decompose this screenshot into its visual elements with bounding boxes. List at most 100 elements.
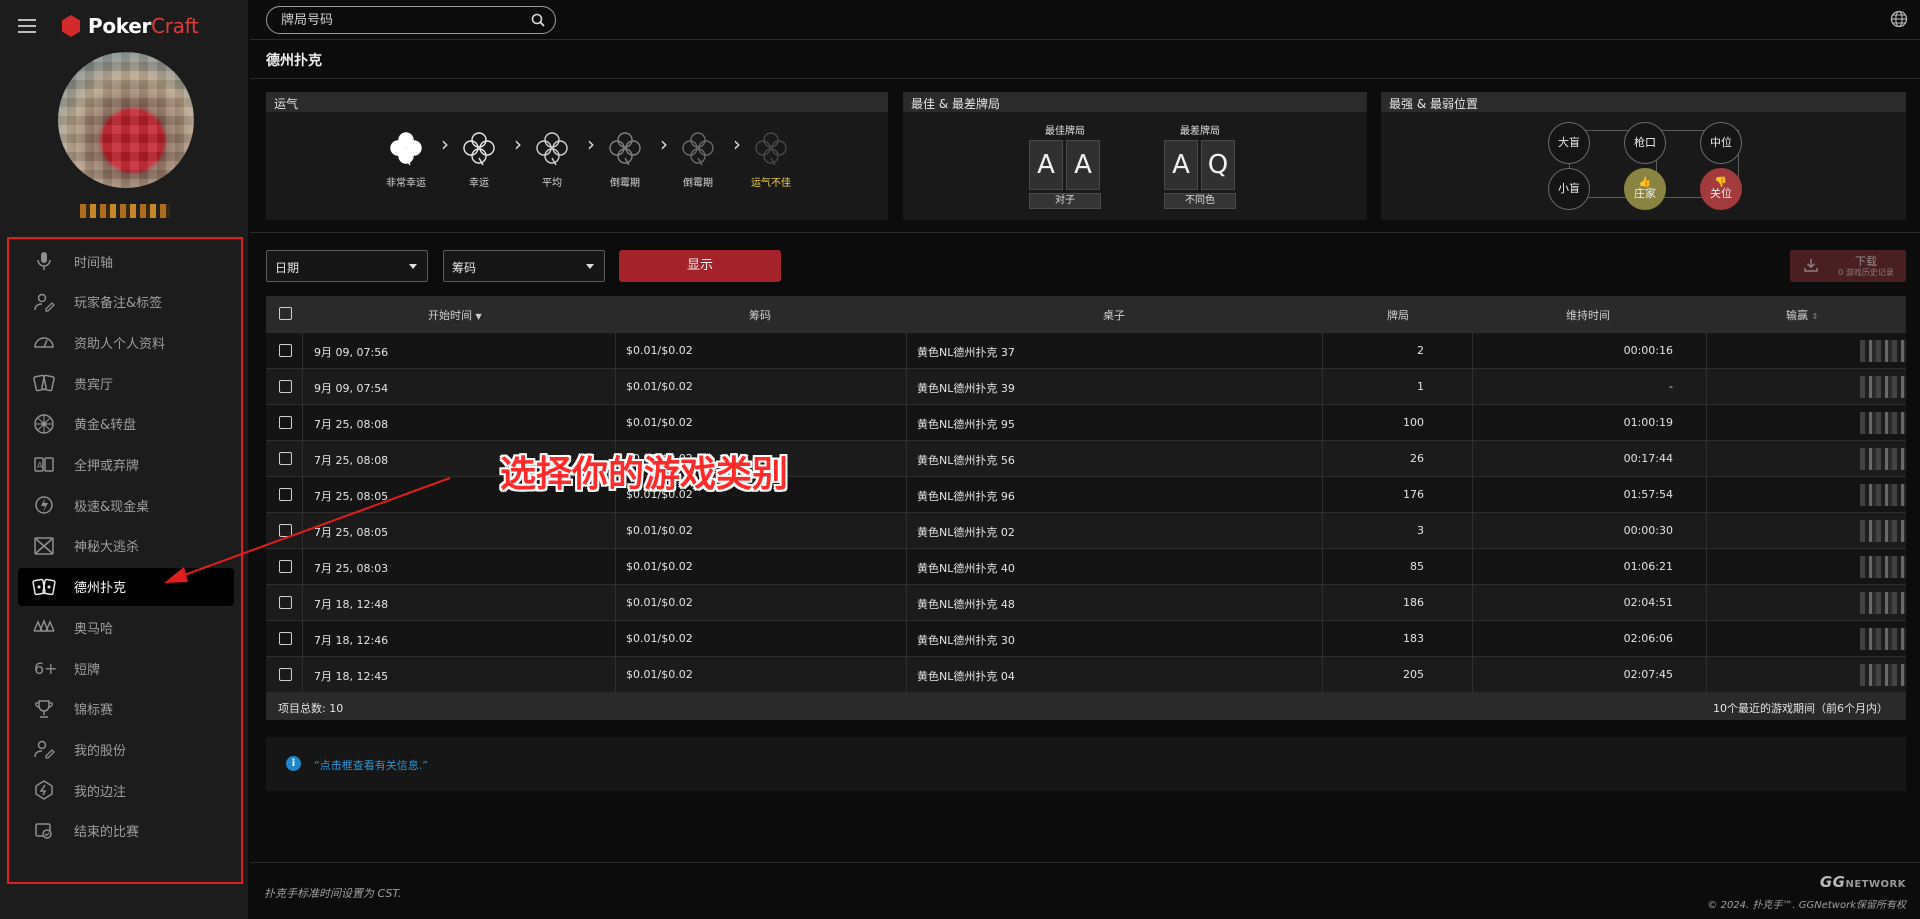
search-icon[interactable]: [531, 13, 545, 27]
sidebar-item-label: 我的边注: [74, 784, 127, 800]
ggnetwork-logo: GGNETWORK: [1820, 873, 1906, 891]
table-row[interactable]: 7月 25, 08:03 $0.01/$0.02 黄色NL德州扑克 40 85 01:0…: [266, 548, 1906, 585]
col-table[interactable]: 桌子: [1103, 307, 1125, 323]
divider: [615, 621, 616, 657]
position-utg[interactable]: 枪口: [1624, 122, 1666, 164]
table-row[interactable]: 7月 25, 08:08 $0.01/$0.02 黄色NL德州扑克 95 100 01:…: [266, 404, 1906, 441]
row-checkbox[interactable]: [279, 596, 292, 609]
col-duration[interactable]: 维持时间: [1566, 307, 1610, 323]
sidebar-item-0[interactable]: 时间轴: [18, 242, 234, 280]
sidebar-item-7[interactable]: 神秘大逃杀: [18, 527, 234, 565]
cell-table: 黄色NL德州扑克 30: [917, 634, 1015, 647]
sidebar-item-3[interactable]: 贵宾厅: [18, 364, 234, 402]
position-big-blind[interactable]: 大盲: [1548, 122, 1590, 164]
divider: [1706, 585, 1707, 621]
position-button-best[interactable]: 👍 庄家: [1624, 168, 1666, 210]
stakes-select[interactable]: 筹码: [443, 250, 605, 282]
row-checkbox[interactable]: [279, 632, 292, 645]
cell-stakes: $0.01/$0.02: [626, 416, 693, 429]
hand-search[interactable]: [266, 6, 556, 34]
divider: [250, 78, 1920, 79]
cell-duration: -: [1669, 380, 1673, 393]
row-checkbox[interactable]: [279, 488, 292, 501]
col-winloss[interactable]: 输赢 ⇕: [1786, 307, 1818, 323]
row-checkbox[interactable]: [279, 452, 292, 465]
divider: [1706, 333, 1707, 369]
worst-hand[interactable]: 最差牌局 A Q 不同色: [1164, 122, 1236, 209]
menu-icon[interactable]: [18, 19, 36, 33]
info-text[interactable]: “点击框查看有关信息.”: [314, 757, 428, 773]
cell-hands: 2: [1417, 344, 1424, 357]
col-stakes[interactable]: 筹码: [749, 307, 771, 323]
table-row[interactable]: 9月 09, 07:54 $0.01/$0.02 黄色NL德州扑克 39 1 -: [266, 368, 1906, 405]
cell-duration: 02:07:45: [1623, 668, 1673, 681]
six-plus-icon: 6+: [32, 656, 56, 680]
divider: [1472, 621, 1473, 657]
sidebar-item-14[interactable]: 结束的比赛: [18, 812, 234, 850]
position-cutoff-worst[interactable]: 👎 关位: [1700, 168, 1742, 210]
position-label: 枪口: [1634, 136, 1656, 149]
worst-hand-type: 不同色: [1164, 193, 1236, 209]
position-label: 中位: [1710, 136, 1732, 149]
sidebar-item-4[interactable]: 黄金&转盘: [18, 405, 234, 443]
select-all-checkbox[interactable]: [279, 307, 292, 320]
divider: [615, 333, 616, 369]
luck-step-5: 运气不佳: [731, 130, 811, 189]
cell-hands: 183: [1403, 632, 1424, 645]
svg-text:A: A: [37, 461, 43, 470]
date-select[interactable]: 日期: [266, 250, 428, 282]
sidebar-item-12[interactable]: 我的股份: [18, 730, 234, 768]
sidebar-item-1[interactable]: 玩家备注&标签: [18, 283, 234, 321]
row-checkbox[interactable]: [279, 668, 292, 681]
divider: [1322, 585, 1323, 621]
pokercraft-logo[interactable]: PokerCraft: [62, 14, 199, 38]
table-row[interactable]: 7月 18, 12:45 $0.01/$0.02 黄色NL德州扑克 04 205 02:…: [266, 656, 1906, 693]
chevron-down-icon: [409, 264, 417, 269]
cell-duration: 01:06:21: [1623, 560, 1673, 573]
worst-hand-caption: 最差牌局: [1180, 126, 1220, 137]
avatar[interactable]: [58, 52, 194, 188]
cell-start-time: 7月 18, 12:46: [314, 634, 389, 647]
sidebar-item-10[interactable]: 6+ 短牌: [18, 649, 234, 687]
logo-mark-icon: [62, 15, 80, 37]
sidebar-item-13[interactable]: 我的边注: [18, 771, 234, 809]
cell-start-time: 7月 25, 08:08: [314, 418, 389, 431]
best-hand[interactable]: 最佳牌局 A A 对子: [1029, 122, 1101, 209]
table-row[interactable]: 7月 25, 08:05 $0.01/$0.02 黄色NL德州扑克 02 3 00:00…: [266, 512, 1906, 549]
divider: [1322, 549, 1323, 585]
divider: [1706, 657, 1707, 693]
divider: [250, 232, 1920, 233]
search-input[interactable]: [281, 11, 521, 29]
finished-games-icon: [32, 819, 56, 843]
table-footer: 项目总数: 10 10个最近的游戏期间（前6个月内）: [266, 692, 1906, 720]
position-middle[interactable]: 中位: [1700, 122, 1742, 164]
show-button[interactable]: 显示: [619, 250, 781, 282]
row-checkbox[interactable]: [279, 416, 292, 429]
username-redacted: [80, 204, 170, 218]
table-header: 开始时间 ▼ 筹码 桌子 牌局 维持时间 输赢 ⇕: [266, 296, 1906, 332]
sidebar-item-11[interactable]: 锦标赛: [18, 690, 234, 728]
cell-table: 黄色NL德州扑克 40: [917, 562, 1015, 575]
sidebar-item-8[interactable]: 德州扑克: [18, 567, 234, 606]
sidebar-item-2[interactable]: 资助人个人资料: [18, 323, 234, 361]
cell-table: 黄色NL德州扑克 39: [917, 382, 1015, 395]
download-button[interactable]: 下载 0 游戏历史记录: [1790, 250, 1906, 282]
sidebar-item-9[interactable]: 奥马哈: [18, 608, 234, 646]
position-small-blind[interactable]: 小盲: [1548, 168, 1590, 210]
divider: [1472, 369, 1473, 405]
row-checkbox[interactable]: [279, 380, 292, 393]
sidebar-item-5[interactable]: A 全押或弃牌: [18, 446, 234, 484]
row-checkbox[interactable]: [279, 560, 292, 573]
table-row[interactable]: 9月 09, 07:56 $0.01/$0.02 黄色NL德州扑克 37 2 00:00…: [266, 332, 1906, 369]
all-in-icon: A: [32, 453, 56, 477]
cell-stakes: $0.01/$0.02: [626, 596, 693, 609]
table-row[interactable]: 7月 18, 12:48 $0.01/$0.02 黄色NL德州扑克 48 186 02:…: [266, 584, 1906, 621]
cell-winloss-redacted: [1860, 628, 1906, 650]
sidebar-item-6[interactable]: 极速&现金桌: [18, 486, 234, 524]
row-checkbox[interactable]: [279, 524, 292, 537]
row-checkbox[interactable]: [279, 344, 292, 357]
col-start-time[interactable]: 开始时间 ▼: [428, 307, 482, 323]
table-row[interactable]: 7月 18, 12:46 $0.01/$0.02 黄色NL德州扑克 30 183 02:…: [266, 620, 1906, 657]
globe-icon[interactable]: [1890, 10, 1908, 28]
col-hands[interactable]: 牌局: [1387, 307, 1409, 323]
